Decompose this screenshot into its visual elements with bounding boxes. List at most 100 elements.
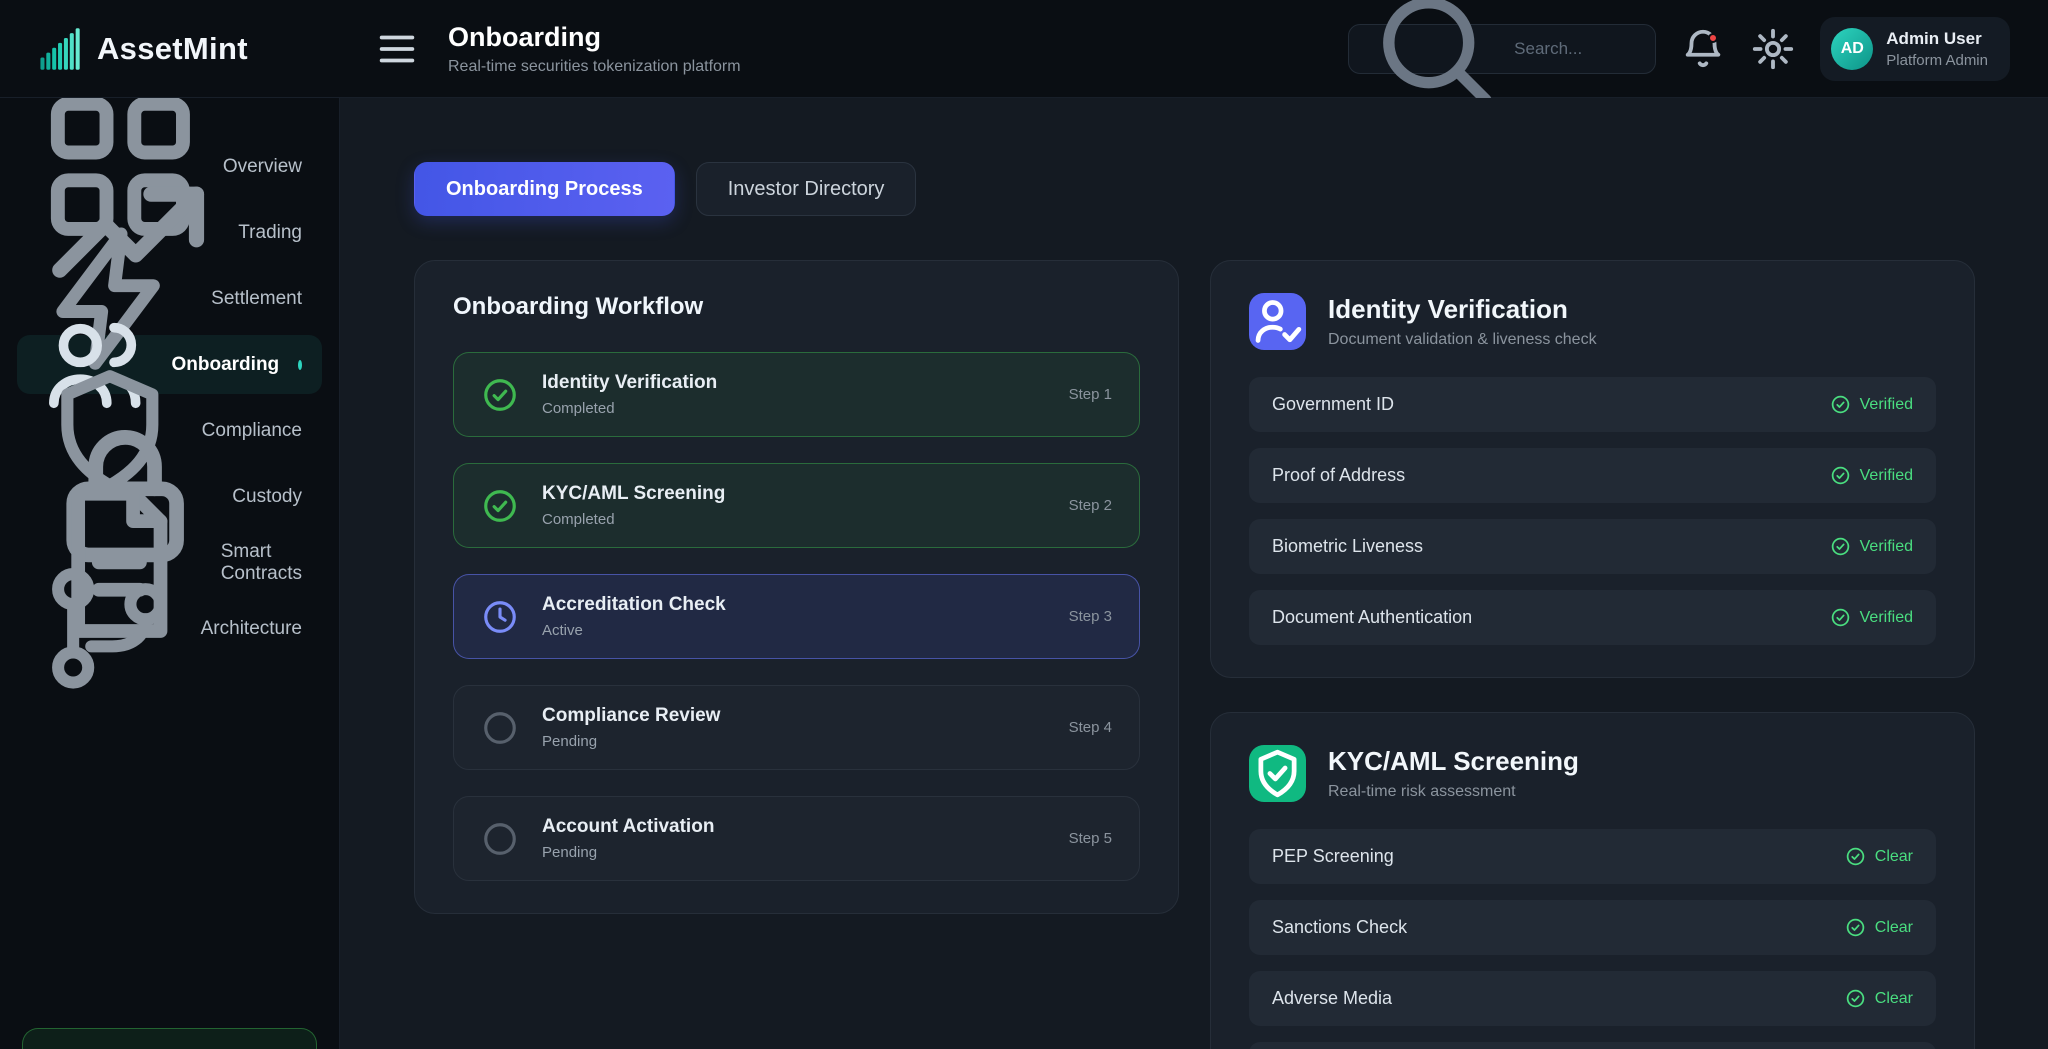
screening-row: Sanctions Check Clear (1249, 900, 1936, 955)
workflow-step[interactable]: KYC/AML Screening Completed Step 2 (453, 463, 1140, 548)
shield-check-icon (1249, 745, 1306, 802)
panel-subtitle: Document validation & liveness check (1328, 331, 1597, 349)
status-badge: Clear (1845, 988, 1913, 1009)
step-number: Step 2 (1069, 497, 1112, 514)
step-status: Pending (542, 733, 720, 750)
active-indicator-dot (298, 360, 302, 370)
identity-verification-panel: Identity Verification Document validatio… (1210, 260, 1975, 678)
page-subtitle: Real-time securities tokenization platfo… (448, 58, 741, 76)
assetmint-logo-icon (38, 27, 82, 71)
detail-panels: Identity Verification Document validatio… (1210, 260, 1975, 1049)
status-badge: Clear (1845, 917, 1913, 938)
brand-name: AssetMint (97, 31, 248, 67)
sidebar-item-label: Smart Contracts (221, 541, 302, 585)
step-status: Active (542, 622, 726, 639)
screening-rows: PEP Screening Clear Sanctions Check (1249, 829, 1936, 1049)
status-text: Verified (1860, 538, 1913, 556)
verification-row: Government ID Verified (1249, 377, 1936, 432)
circle-icon (481, 820, 519, 858)
avatar: AD (1831, 28, 1873, 70)
step-number: Step 4 (1069, 719, 1112, 736)
verification-row: Document Authentication Verified (1249, 590, 1936, 645)
screening-row: PEP Screening Clear (1249, 829, 1936, 884)
user-check-icon (1249, 293, 1306, 350)
step-name: Accreditation Check (542, 594, 726, 616)
panel-titles: KYC/AML Screening Real-time risk assessm… (1328, 746, 1579, 801)
panel-header: KYC/AML Screening Real-time risk assessm… (1249, 745, 1936, 802)
search-box[interactable] (1348, 24, 1656, 74)
user-menu[interactable]: AD Admin User Platform Admin (1820, 17, 2010, 81)
clock-icon (481, 598, 519, 636)
panel-header: Identity Verification Document validatio… (1249, 293, 1936, 350)
panel-subtitle: Real-time risk assessment (1328, 783, 1579, 801)
user-role: Platform Admin (1886, 52, 1988, 69)
screening-label: Adverse Media (1272, 988, 1392, 1009)
tab[interactable]: Investor Directory (696, 162, 917, 216)
branch-icon (37, 556, 182, 701)
user-meta: Admin User Platform Admin (1886, 29, 1988, 69)
screening-label: PEP Screening (1272, 846, 1394, 867)
check-circle-icon (1845, 917, 1866, 938)
sidebar-status-widget (22, 1028, 317, 1049)
status-badge: Clear (1845, 846, 1913, 867)
status-text: Verified (1860, 609, 1913, 627)
circle-icon (481, 709, 519, 747)
status-text: Verified (1860, 396, 1913, 414)
workflow-step[interactable]: Accreditation Check Active Step 3 (453, 574, 1140, 659)
status-text: Clear (1875, 919, 1913, 937)
sidebar-item-label: Trading (238, 222, 302, 244)
check-circle-icon (1830, 607, 1851, 628)
verification-label: Proof of Address (1272, 465, 1405, 486)
tab-bar: Onboarding Process Investor Directory (414, 162, 2048, 216)
verification-label: Government ID (1272, 394, 1394, 415)
sidebar-item-label: Overview (223, 156, 302, 178)
status-badge: Verified (1830, 607, 1913, 628)
hamburger-menu-button[interactable] (374, 26, 420, 72)
step-number: Step 1 (1069, 386, 1112, 403)
notification-dot (1708, 33, 1718, 43)
panel-titles: Identity Verification Document validatio… (1328, 294, 1597, 349)
status-badge: Verified (1830, 536, 1913, 557)
check-circle-icon (1845, 846, 1866, 867)
search-input[interactable] (1514, 39, 1638, 59)
kyc-aml-panel: KYC/AML Screening Real-time risk assessm… (1210, 712, 1975, 1049)
workflow-step[interactable]: Account Activation Pending Step 5 (453, 796, 1140, 881)
settings-button[interactable] (1750, 26, 1796, 72)
check-circle-icon (1845, 988, 1866, 1009)
user-name: Admin User (1886, 29, 1988, 49)
step-status: Completed (542, 511, 725, 528)
step-status: Pending (542, 844, 714, 861)
step-number: Step 3 (1069, 608, 1112, 625)
sidebar-item-label: Compliance (202, 420, 302, 442)
sidebar-item-label: Custody (232, 486, 302, 508)
check-circle-icon (481, 487, 519, 525)
check-circle-icon (481, 376, 519, 414)
check-circle-icon (1830, 465, 1851, 486)
step-text: Compliance Review Pending (542, 705, 720, 750)
sidebar-nav: Overview Trading Settlement (0, 137, 339, 658)
workflow-title: Onboarding Workflow (453, 293, 1140, 321)
sidebar-item-label: Onboarding (172, 354, 280, 376)
top-bar-main: Onboarding Real-time securities tokeniza… (340, 0, 2048, 97)
panel-title: KYC/AML Screening (1328, 746, 1579, 777)
step-name: Compliance Review (542, 705, 720, 727)
bell-icon (1680, 26, 1726, 72)
tab[interactable]: Onboarding Process (414, 162, 675, 216)
step-text: KYC/AML Screening Completed (542, 483, 725, 528)
sidebar-item[interactable]: Architecture (17, 599, 322, 658)
content-columns: Onboarding Workflow Identity Verificatio… (414, 260, 2048, 1049)
menu-icon (374, 26, 420, 72)
verification-row: Biometric Liveness Verified (1249, 519, 1936, 574)
gear-icon (1750, 26, 1796, 72)
screening-row: Risk Score: Low Verified (1249, 1042, 1936, 1049)
workflow-step[interactable]: Compliance Review Pending Step 4 (453, 685, 1140, 770)
sidebar-item-label: Settlement (211, 288, 302, 310)
app-root: AssetMint Onboarding Real-time securitie… (0, 0, 2048, 1049)
verification-rows: Government ID Verified Proof of Address (1249, 377, 1936, 645)
page-head: Onboarding Real-time securities tokeniza… (448, 22, 741, 76)
workflow-step[interactable]: Identity Verification Completed Step 1 (453, 352, 1140, 437)
notifications-button[interactable] (1680, 26, 1726, 72)
step-text: Accreditation Check Active (542, 594, 726, 639)
brand: AssetMint (0, 0, 340, 97)
status-badge: Verified (1830, 465, 1913, 486)
